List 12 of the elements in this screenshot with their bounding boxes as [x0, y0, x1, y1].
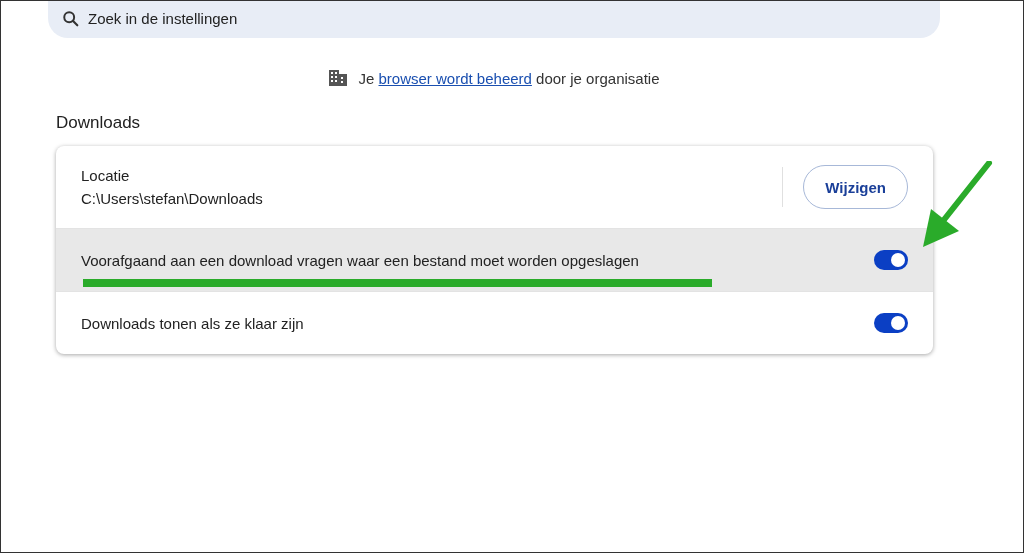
setting-label: Voorafgaand aan een download vragen waar een bestand moet worden opgeslagen — [81, 251, 640, 269]
change-button[interactable]: Wijzigen — [803, 165, 908, 209]
managed-notice: Je browser wordt beheerd door je organisatie — [358, 69, 660, 87]
section-title: Downloads — [56, 113, 142, 133]
managed-link[interactable]: browser wordt beheerd — [378, 69, 532, 87]
toggle-switch[interactable] — [874, 250, 908, 270]
setting-label: Downloads tonen als ze klaar zijn — [81, 314, 305, 332]
location-label: Locatie — [81, 167, 131, 184]
toggle-switch[interactable] — [874, 313, 908, 333]
search-field[interactable]: Zoek in de instellingen — [48, 1, 940, 38]
building-icon — [328, 69, 349, 87]
location-path: C:\Users\stefan\Downloads — [81, 190, 264, 207]
